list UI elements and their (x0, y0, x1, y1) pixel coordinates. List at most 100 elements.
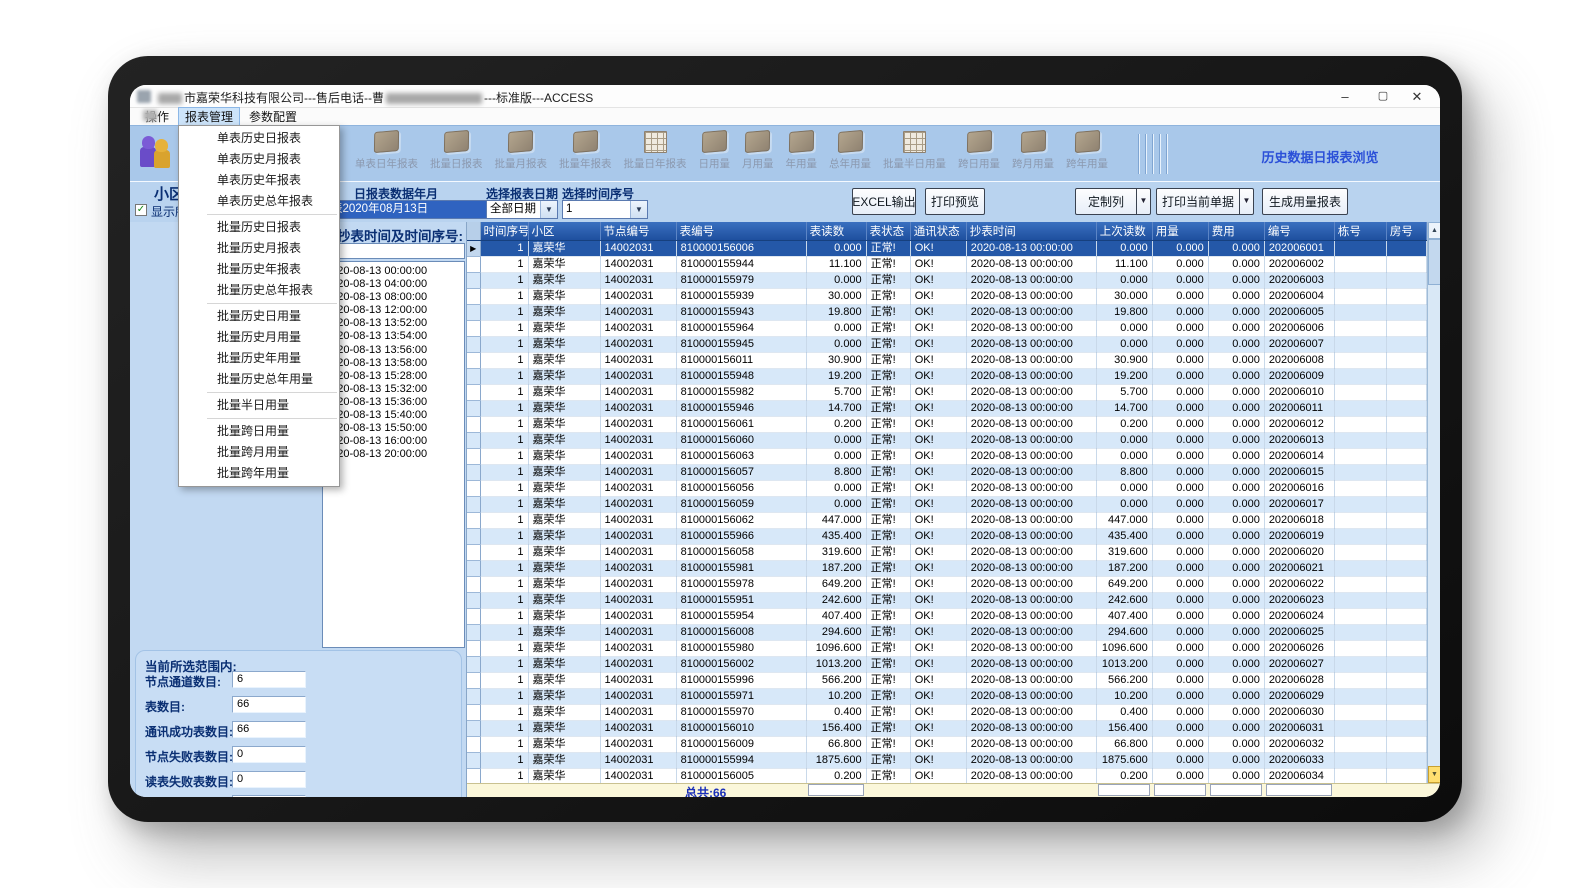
time-list-item[interactable]: 2020-08-13 12:00:00 (325, 304, 464, 317)
table-row[interactable]: 1嘉荣华14002031810000156058319.600正常!OK!202… (467, 544, 1427, 560)
scroll-up-icon[interactable]: ▲ (1428, 222, 1440, 239)
menu-item[interactable]: 批量历史年报表 (179, 259, 339, 280)
show-all-checkbox[interactable]: ✓ (135, 204, 147, 216)
time-list-item[interactable]: 2020-08-13 13:58:00 (325, 357, 464, 370)
table-row[interactable]: 1嘉荣华140020318100001559700.400正常!OK!2020-… (467, 704, 1427, 720)
menu-item[interactable]: 批量跨日用量 (179, 421, 339, 442)
toolbar-button[interactable]: 年用量 (781, 131, 823, 171)
excel-export-button[interactable]: EXCEL输出 (852, 188, 916, 215)
report-date-combo[interactable]: 全部日期 ▼ (486, 200, 558, 219)
menu-item[interactable]: 单表历史月报表 (179, 149, 339, 170)
column-header[interactable]: 通讯状态 (910, 222, 966, 240)
table-row[interactable]: 1嘉荣华140020318100001560050.200正常!OK!2020-… (467, 768, 1427, 784)
users-icon[interactable] (140, 134, 174, 170)
menu-item[interactable]: 批量历史年用量 (179, 348, 339, 369)
time-seq-combo[interactable]: 1 ▼ (562, 200, 648, 219)
print-preview-button[interactable]: 打印预览 (925, 188, 985, 215)
column-header[interactable]: 节点编号 (600, 222, 676, 240)
menu-item[interactable]: 批量跨月用量 (179, 442, 339, 463)
column-header[interactable]: 用量 (1152, 222, 1208, 240)
menu-item[interactable]: 批量历史日用量 (179, 306, 339, 327)
table-row[interactable]: 1嘉荣华140020318100001560560.000正常!OK!2020-… (467, 480, 1427, 496)
table-row[interactable]: 1嘉荣华140020318100001560600.000正常!OK!2020-… (467, 432, 1427, 448)
time-list-item[interactable]: 2020-08-13 20:00:00 (325, 448, 464, 461)
table-row[interactable]: 1嘉荣华1400203181000015601130.900正常!OK!2020… (467, 352, 1427, 368)
toolbar-button[interactable]: 批量半日用量 (878, 131, 951, 171)
table-row[interactable]: 1嘉荣华14002031810000155996566.200正常!OK!202… (467, 672, 1427, 688)
toolbar-button[interactable]: 批量年报表 (554, 131, 617, 171)
table-row[interactable]: 1嘉荣华1400203181000015594614.700正常!OK!2020… (467, 400, 1427, 416)
table-row[interactable]: 1嘉荣华14002031810000155981187.200正常!OK!202… (467, 560, 1427, 576)
time-list-item[interactable]: 2020-08-13 04:00:00 (325, 278, 464, 291)
menu-item[interactable]: 单表历史日报表 (179, 128, 339, 149)
time-list-item[interactable]: 2020-08-13 16:00:00 (325, 435, 464, 448)
menubar-item-2[interactable]: 报表管理 (178, 107, 240, 126)
scrollbar-thumb[interactable] (1428, 239, 1440, 285)
time-list-item[interactable]: 2020-08-13 13:54:00 (325, 330, 464, 343)
column-header[interactable]: 抄表时间 (966, 222, 1096, 240)
time-list-item[interactable]: 2020-08-13 15:40:00 (325, 409, 464, 422)
menu-item[interactable]: 批量历史总年报表 (179, 280, 339, 301)
minimize-icon[interactable]: – (1332, 87, 1358, 106)
table-row[interactable]: 1嘉荣华140020318100001560021013.200正常!OK!20… (467, 656, 1427, 672)
menu-item[interactable]: 批量历史月用量 (179, 327, 339, 348)
column-header[interactable]: 上次读数 (1096, 222, 1152, 240)
toolbar-button[interactable]: 批量月报表 (490, 131, 553, 171)
table-row[interactable]: 1嘉荣华140020318100001559790.000正常!OK!2020-… (467, 272, 1427, 288)
vertical-scrollbar[interactable]: ▲ ▼ (1427, 222, 1440, 783)
chevron-down-icon[interactable]: ▼ (1136, 188, 1150, 215)
toolbar-button[interactable]: 跨日用量 (953, 131, 1005, 171)
time-list-item[interactable]: 2020-08-13 15:28:00 (325, 370, 464, 383)
time-list-item[interactable]: 2020-08-13 15:36:00 (325, 396, 464, 409)
customize-columns-button[interactable]: 定制列 (1076, 193, 1136, 210)
table-row[interactable]: 1嘉荣华1400203181000015597110.200正常!OK!2020… (467, 688, 1427, 704)
time-list-item[interactable]: 2020-08-13 13:52:00 (325, 317, 464, 330)
table-row[interactable]: 1嘉荣华140020318100001559825.700正常!OK!2020-… (467, 384, 1427, 400)
table-row[interactable]: 1嘉荣华14002031810000156062447.000正常!OK!202… (467, 512, 1427, 528)
table-row[interactable]: 1嘉荣华1400203181000015594411.100正常!OK!2020… (467, 256, 1427, 272)
column-header[interactable]: 编号 (1264, 222, 1334, 240)
toolbar-button[interactable]: 跨月用量 (1007, 131, 1059, 171)
table-row[interactable]: 1嘉荣华1400203181000015600966.800正常!OK!2020… (467, 736, 1427, 752)
toolbar-button[interactable]: 批量日报表 (425, 131, 488, 171)
table-row[interactable]: 1嘉荣华14002031810000155978649.200正常!OK!202… (467, 576, 1427, 592)
table-row[interactable]: ▶1嘉荣华140020318100001560060.000正常!OK!2020… (467, 240, 1427, 256)
column-header[interactable]: 小区 (528, 222, 600, 240)
menu-item[interactable]: 批量半日用量 (179, 395, 339, 416)
toolbar-button[interactable]: 日用量 (694, 131, 736, 171)
toolbar-button[interactable]: 月用量 (737, 131, 779, 171)
table-row[interactable]: 1嘉荣华14002031810000155951242.600正常!OK!202… (467, 592, 1427, 608)
time-list-item[interactable]: 2020-08-13 15:50:00 (325, 422, 464, 435)
menu-item[interactable]: 单表历史年报表 (179, 170, 339, 191)
maximize-icon[interactable]: ▢ (1370, 87, 1396, 106)
table-row[interactable]: 1嘉荣华140020318100001560590.000正常!OK!2020-… (467, 496, 1427, 512)
history-daily-report-link[interactable]: 历史数据日报表浏览 (1210, 147, 1430, 166)
menubar-item-3[interactable]: 参数配置 (242, 107, 304, 126)
column-header[interactable]: 栋号 (1334, 222, 1386, 240)
column-header[interactable]: 时间序号 (480, 222, 528, 240)
toolbar-button[interactable]: 单表日年报表 (350, 131, 423, 171)
table-row[interactable]: 1嘉荣华1400203181000015593930.000正常!OK!2020… (467, 288, 1427, 304)
toolbar-button[interactable]: 总年用量 (824, 131, 876, 171)
table-row[interactable]: 1嘉荣华14002031810000155966435.400正常!OK!202… (467, 528, 1427, 544)
table-row[interactable]: 1嘉荣华140020318100001560630.000正常!OK!2020-… (467, 448, 1427, 464)
time-list-item[interactable]: 2020-08-13 13:56:00 (325, 344, 464, 357)
time-filter-input[interactable] (322, 243, 465, 259)
menu-item[interactable]: 单表历史总年报表 (179, 191, 339, 212)
toolbar-button[interactable]: 批量日年报表 (619, 131, 692, 171)
table-row[interactable]: 1嘉荣华140020318100001560610.200正常!OK!2020-… (467, 416, 1427, 432)
close-icon[interactable]: ✕ (1404, 87, 1430, 106)
toolbar-button[interactable]: 跨年用量 (1061, 131, 1113, 171)
table-row[interactable]: 1嘉荣华140020318100001559941875.600正常!OK!20… (467, 752, 1427, 768)
table-row[interactable]: 1嘉荣华1400203181000015594819.200正常!OK!2020… (467, 368, 1427, 384)
column-header[interactable]: 房号 (1386, 222, 1426, 240)
column-header[interactable]: 表编号 (676, 222, 806, 240)
table-row[interactable]: 1嘉荣华140020318100001559801096.600正常!OK!20… (467, 640, 1427, 656)
generate-usage-report-button[interactable]: 生成用量报表 (1262, 188, 1348, 215)
chevron-down-icon[interactable]: ▼ (540, 201, 557, 218)
column-header[interactable]: 费用 (1208, 222, 1264, 240)
menu-item[interactable]: 批量历史月报表 (179, 238, 339, 259)
menu-item[interactable]: 批量历史日报表 (179, 217, 339, 238)
menu-item[interactable]: 批量跨年用量 (179, 463, 339, 484)
scroll-down-icon[interactable]: ▼ (1428, 766, 1440, 783)
